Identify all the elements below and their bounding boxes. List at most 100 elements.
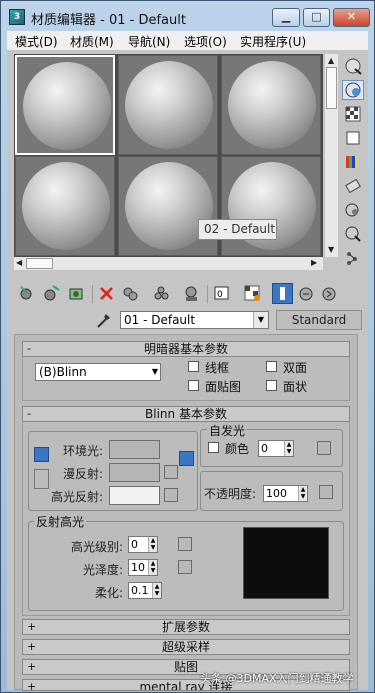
svg-text:0: 0 <box>217 290 223 300</box>
material-sphere <box>23 62 111 150</box>
spinner-arrows-icon[interactable]: ▲ ▼ <box>298 486 307 501</box>
sample-slot-1[interactable] <box>15 55 115 155</box>
opacity-spinner[interactable]: 100 ▲ ▼ <box>263 485 308 502</box>
soften-spinner[interactable]: 0.1 ▲ ▼ <box>128 582 162 599</box>
self-illum-map-button[interactable] <box>317 441 331 455</box>
specular-level-spinner[interactable]: 0 ▲ ▼ <box>128 536 158 553</box>
uv-tiling-icon[interactable] <box>342 128 364 148</box>
chevron-down-icon: ▼ <box>151 367 158 376</box>
lock-specular-icon[interactable] <box>179 451 194 466</box>
scroll-right-icon[interactable]: ▶ <box>311 258 317 267</box>
put-to-library-icon[interactable] <box>181 283 202 304</box>
extended-parameters-rollout[interactable]: + 扩展参数 <box>22 619 350 635</box>
diffuse-label: 漫反射: <box>62 467 103 481</box>
spinner-arrows-icon[interactable]: ▲ ▼ <box>152 583 161 598</box>
video-color-check-icon[interactable] <box>342 152 364 172</box>
minimize-button[interactable]: ▁ <box>272 8 300 27</box>
options-icon[interactable] <box>342 200 364 220</box>
sample-slot-6[interactable] <box>221 156 321 256</box>
material-name-text: 01 - Default <box>124 313 196 327</box>
self-illum-color-checkbox[interactable] <box>208 442 219 453</box>
spinner-arrows-icon[interactable]: ▲ ▼ <box>148 537 157 552</box>
glossiness-spinner[interactable]: 10 ▲ ▼ <box>128 559 158 576</box>
menu-utilities[interactable]: 实用程序(U) <box>240 33 306 50</box>
scroll-left-icon[interactable]: ◀ <box>16 258 22 267</box>
go-forward-icon[interactable] <box>319 283 340 304</box>
get-material-icon[interactable] <box>17 283 38 304</box>
material-type-button[interactable]: Standard <box>276 310 362 330</box>
shader-type-select[interactable]: (B)Blinn ▼ <box>35 363 161 381</box>
material-sphere <box>125 61 213 149</box>
spinner-arrows-icon[interactable]: ▲ ▼ <box>284 441 293 456</box>
material-editor-window: 3 材质编辑器 - 01 - Default ▁ □ ✕ 模式(D) 材质(M)… <box>0 0 375 693</box>
lock-ambient-diffuse-icon[interactable] <box>34 447 49 462</box>
supersampling-rollout[interactable]: + 超级采样 <box>22 639 350 655</box>
put-to-scene-icon[interactable] <box>41 283 62 304</box>
self-illum-spinner[interactable]: 0 ▲ ▼ <box>258 440 294 457</box>
wire-label: 线框 <box>205 361 230 375</box>
sample-slot-2[interactable] <box>118 55 218 155</box>
background-icon[interactable] <box>342 104 364 124</box>
sidebar-tools <box>341 54 365 274</box>
material-name-field[interactable]: 01 - Default ▼ <box>120 311 269 329</box>
show-in-viewport-icon[interactable] <box>242 283 263 304</box>
assign-to-selection-icon[interactable] <box>66 283 87 304</box>
scroll-thumb[interactable] <box>26 258 53 269</box>
select-by-material-icon[interactable] <box>342 224 364 244</box>
menu-navigation[interactable]: 导航(N) <box>128 33 170 50</box>
sample-slot-4[interactable] <box>15 156 115 256</box>
self-illum-value: 0 <box>261 442 268 455</box>
ambient-label: 环境光: <box>62 444 103 458</box>
expand-sign: + <box>27 660 37 673</box>
specular-highlights-title: 反射高光 <box>34 513 87 530</box>
link-bracket-icon[interactable] <box>34 469 49 489</box>
make-copy-icon[interactable] <box>120 283 141 304</box>
blinn-basic-rollout-header[interactable]: - Blinn 基本参数 <box>22 406 350 422</box>
make-preview-icon[interactable] <box>342 176 364 196</box>
highlight-curve-preview <box>243 527 329 599</box>
shader-type-value: (B)Blinn <box>39 365 87 379</box>
specular-map-button[interactable] <box>164 488 178 502</box>
chevron-down-icon[interactable]: ▼ <box>253 312 268 328</box>
spinner-arrows-icon[interactable]: ▲ ▼ <box>148 560 157 575</box>
maximize-button[interactable]: □ <box>303 8 330 27</box>
menu-options[interactable]: 选项(O) <box>184 33 227 50</box>
expand-sign: + <box>27 640 37 653</box>
vertical-scrollbar[interactable]: ▲ ▼ <box>325 54 338 257</box>
two-sided-label: 双面 <box>283 361 308 375</box>
show-end-result-icon[interactable] <box>272 283 293 304</box>
scroll-thumb[interactable] <box>326 67 337 109</box>
backlight-icon[interactable] <box>342 80 364 100</box>
title-bar[interactable]: 3 材质编辑器 - 01 - Default ▁ □ ✕ <box>1 1 374 31</box>
faceted-checkbox[interactable] <box>266 380 277 391</box>
rollout-title: 明暗器基本参数 <box>143 342 228 356</box>
diffuse-map-button[interactable] <box>164 465 178 479</box>
face-map-checkbox[interactable] <box>188 380 199 391</box>
horizontal-scrollbar[interactable]: ◀ ▶ <box>14 257 323 270</box>
sample-type-icon[interactable] <box>342 56 364 76</box>
close-button[interactable]: ✕ <box>333 8 370 27</box>
opacity-map-button[interactable] <box>319 485 333 499</box>
specular-color-swatch[interactable] <box>109 486 160 505</box>
menu-mode[interactable]: 模式(D) <box>15 33 58 50</box>
material-id-channel-icon[interactable]: 0 <box>212 283 233 304</box>
sample-slot-3[interactable] <box>221 55 321 155</box>
ambient-color-swatch[interactable] <box>109 440 160 459</box>
make-unique-icon[interactable] <box>151 283 172 304</box>
scroll-down-icon[interactable]: ▼ <box>328 245 334 254</box>
soften-label: 柔化: <box>94 586 123 600</box>
two-sided-checkbox[interactable] <box>266 361 277 372</box>
sample-slot-5[interactable] <box>118 156 218 256</box>
material-map-navigator-icon[interactable] <box>342 248 364 268</box>
eyedropper-icon[interactable] <box>94 310 114 330</box>
diffuse-color-swatch[interactable] <box>109 463 160 482</box>
specular-level-map-button[interactable] <box>178 537 192 551</box>
shader-basic-rollout-header[interactable]: - 明暗器基本参数 <box>22 341 350 357</box>
go-to-parent-icon[interactable] <box>296 283 317 304</box>
menu-material[interactable]: 材质(M) <box>70 33 114 50</box>
wire-checkbox[interactable] <box>188 361 199 372</box>
opacity-label: 不透明度: <box>204 487 257 501</box>
scroll-up-icon[interactable]: ▲ <box>328 56 334 65</box>
glossiness-map-button[interactable] <box>178 560 192 574</box>
reset-map-icon[interactable] <box>96 283 117 304</box>
